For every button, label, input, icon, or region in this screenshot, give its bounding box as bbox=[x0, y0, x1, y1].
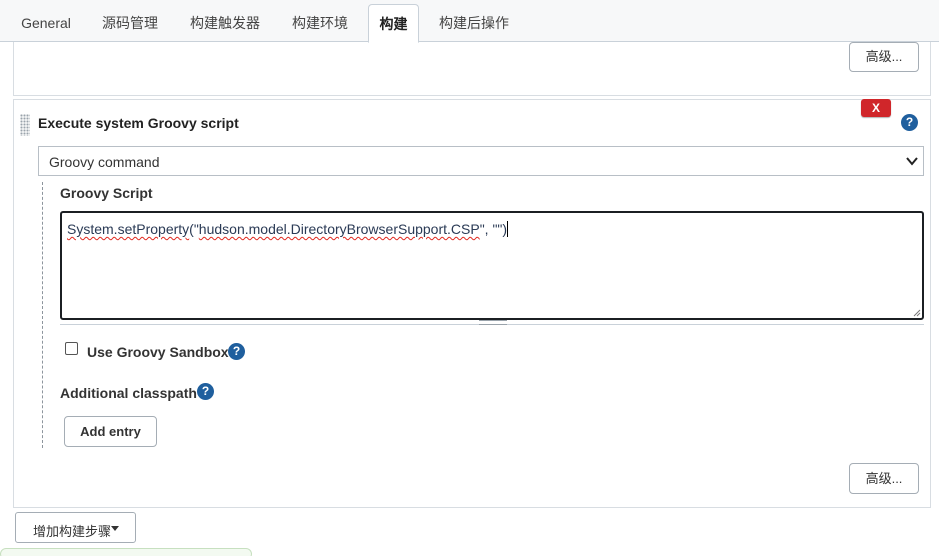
chevron-down-icon bbox=[906, 157, 918, 166]
help-icon[interactable]: ? bbox=[901, 114, 918, 131]
build-step-title: Execute system Groovy script bbox=[38, 115, 239, 131]
delete-icon: X bbox=[871, 101, 880, 115]
sandbox-checkbox[interactable] bbox=[65, 342, 78, 355]
previous-section bbox=[13, 42, 931, 96]
groovy-script-textarea[interactable]: System.setProperty("hudson.model.Directo… bbox=[60, 211, 924, 320]
bottom-bar bbox=[0, 548, 252, 556]
advanced-button[interactable]: 高级... bbox=[849, 463, 919, 494]
job-config-page: General 源码管理 构建触发器 构建环境 构建 构建后操作 高级... E… bbox=[0, 0, 939, 556]
add-entry-button[interactable]: Add entry bbox=[64, 416, 157, 447]
tab-build-environment[interactable]: 构建环境 bbox=[278, 4, 362, 42]
tab-post-build[interactable]: 构建后操作 bbox=[425, 4, 523, 42]
help-icon[interactable]: ? bbox=[197, 383, 214, 400]
sandbox-label[interactable]: Use Groovy Sandbox bbox=[87, 344, 229, 360]
text-caret bbox=[507, 221, 509, 237]
script-source-select[interactable]: Groovy command bbox=[38, 146, 924, 176]
tab-source-control[interactable]: 源码管理 bbox=[88, 4, 172, 42]
code-token: hudson.model.DirectoryBrowserSupport.CSP bbox=[198, 221, 480, 237]
code-token: System.setProperty bbox=[67, 221, 190, 237]
classpath-label: Additional classpath bbox=[60, 385, 197, 401]
resize-grip-icon[interactable] bbox=[913, 309, 921, 317]
delete-step-button[interactable]: X bbox=[861, 99, 891, 117]
nested-block-border bbox=[42, 182, 43, 448]
tab-build-triggers[interactable]: 构建触发器 bbox=[176, 4, 274, 42]
code-token: ", "") bbox=[479, 221, 508, 237]
groovy-script-label: Groovy Script bbox=[60, 185, 153, 201]
drag-handle-icon[interactable] bbox=[20, 114, 30, 136]
script-source-value: Groovy command bbox=[49, 154, 160, 170]
advanced-button-top[interactable]: 高级... bbox=[849, 42, 919, 72]
groovy-script-code: System.setProperty("hudson.model.Directo… bbox=[67, 221, 509, 237]
code-token: (" bbox=[189, 221, 199, 237]
tab-general[interactable]: General bbox=[8, 4, 84, 42]
add-build-step-label: 增加构建步骤 bbox=[33, 524, 112, 539]
config-tabbar: General 源码管理 构建触发器 构建环境 构建 构建后操作 bbox=[0, 0, 939, 43]
tab-build[interactable]: 构建 bbox=[368, 4, 419, 43]
add-build-step-button[interactable]: 增加构建步骤 bbox=[15, 512, 136, 543]
caret-down-icon bbox=[111, 526, 119, 531]
textarea-resize-handle[interactable] bbox=[479, 320, 507, 325]
help-icon[interactable]: ? bbox=[228, 343, 245, 360]
